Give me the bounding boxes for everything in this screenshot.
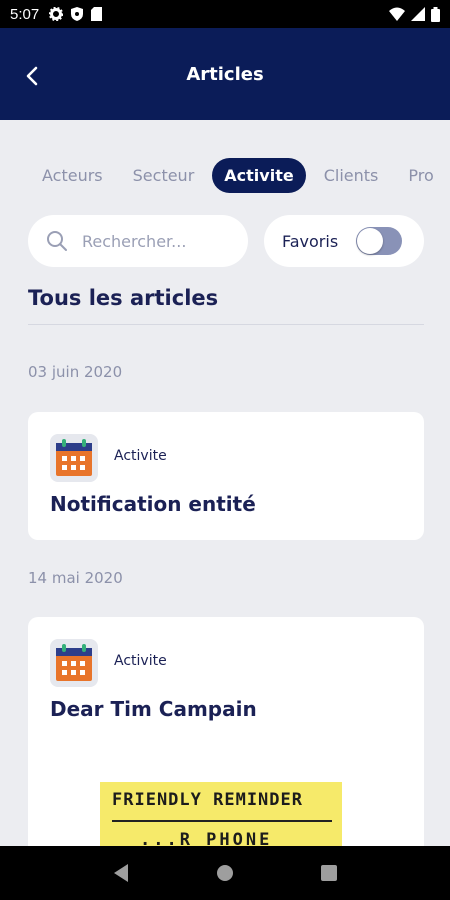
settings-icon [49,7,64,21]
status-bar: 5:07 [0,0,450,28]
nav-home-icon[interactable] [215,863,235,883]
back-button[interactable] [14,58,50,94]
toggle-knob [357,228,384,254]
calendar-icon [50,434,98,482]
article-category: Activite [114,448,167,464]
nav-back-icon[interactable] [112,863,130,883]
system-nav-bar [0,846,450,900]
calendar-icon [50,639,98,687]
shield-icon [71,7,84,21]
search-box[interactable] [28,215,248,267]
battery-icon [431,6,440,22]
page-title: Articles [186,63,264,85]
divider [28,324,424,325]
article-date: 03 juin 2020 [28,363,123,381]
section-title: Tous les articles [28,286,219,310]
tab-acteurs[interactable]: Acteurs [30,158,115,193]
tab-pro[interactable]: Pro [396,158,445,193]
tab-clients[interactable]: Clients [312,158,391,193]
sd-card-icon [91,7,103,21]
favorites-toggle[interactable] [356,227,403,255]
image-text-line1: FRIENDLY REMINDER [112,790,303,810]
article-title: Dear Tim Campain [50,697,257,721]
article-title: Notification entité [50,492,256,516]
search-icon [47,231,67,251]
status-time: 5:07 [10,5,40,23]
image-underline [112,820,332,822]
favorites-filter[interactable]: Favoris [264,215,424,267]
article-category: Activite [114,653,167,669]
search-input[interactable] [82,231,222,251]
nav-recents-icon[interactable] [320,864,338,882]
app-bar: Articles [0,28,450,120]
signal-icon [411,7,425,21]
wifi-icon [389,7,405,21]
article-date: 14 mai 2020 [28,569,123,587]
back-arrow-icon [26,66,38,86]
favorites-label: Favoris [282,231,339,251]
article-card[interactable]: Activite Notification entité [28,412,424,540]
category-tabs: Acteurs Secteur Activite Clients Pro [0,150,450,200]
tab-activite[interactable]: Activite [212,157,306,193]
tab-secteur[interactable]: Secteur [121,158,207,193]
article-card[interactable]: Activite Dear Tim Campain FRIENDLY REMIN… [28,617,424,857]
